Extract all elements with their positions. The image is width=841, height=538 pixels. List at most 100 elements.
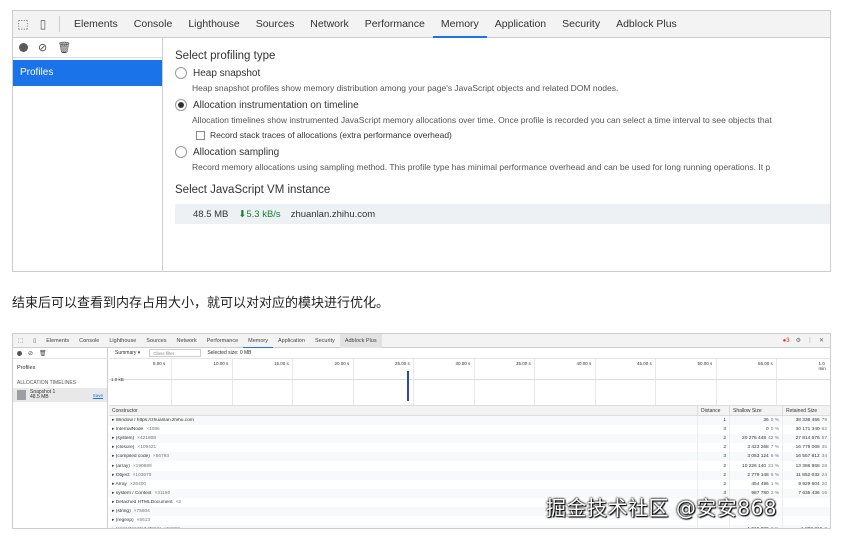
inspect-element-icon[interactable]: ⬚ — [13, 11, 33, 38]
watermark-text: 掘金技术社区 @安安868 — [546, 496, 778, 520]
vm-rate-value: 5.3 kB/s — [246, 208, 281, 220]
view-select[interactable]: Summary ▾ — [112, 350, 143, 356]
clear-icon[interactable]: ⊘ — [38, 41, 47, 54]
more-menu-icon[interactable]: ⋮ — [807, 337, 813, 344]
trash-icon[interactable]: 🗑 — [39, 350, 47, 357]
radio-allocation-timeline[interactable] — [175, 99, 187, 111]
shallow-value: 20 276 448 — [742, 436, 767, 442]
retained-value: 27 814 676 — [795, 436, 820, 442]
vm-instance-row[interactable]: 48.5 MB ⬇5.3 kB/s zhuanlan.zhihu.com — [175, 204, 830, 224]
tab-sources[interactable]: Sources — [141, 334, 171, 348]
timeline-gridline — [534, 359, 535, 405]
tab-application[interactable]: Application — [487, 11, 554, 38]
retained-value: 11 852 032 — [796, 472, 820, 478]
row-retained-size: 9 929 604 20 — [782, 479, 830, 489]
shallow-percent: 7 % — [770, 445, 779, 451]
constructor-name: system / Context — [115, 490, 152, 496]
shallow-percent: 2 % — [771, 527, 779, 528]
shallow-percent: 21 % — [768, 463, 779, 469]
snapshot-item[interactable]: Snapshot 1 48.5 MB Save — [13, 388, 107, 402]
clear-icon[interactable]: ⊘ — [28, 350, 33, 357]
table-row[interactable]: ▸ (system) ×421808 2 20 276 448 42 % 27 814 6… — [109, 434, 830, 444]
error-count-badge[interactable]: ●3 — [783, 338, 790, 344]
stack-traces-checkbox[interactable] — [196, 130, 205, 140]
inspect-element-icon[interactable]: ⬚ — [13, 334, 28, 348]
retained-value: 38 336 456 — [795, 418, 820, 424]
timeline-gridline — [292, 359, 293, 405]
instance-count: ×56793 — [152, 454, 170, 460]
option-heap-snapshot[interactable]: Heap snapshot Heap snapshot profiles sho… — [175, 67, 830, 93]
column-constructor[interactable]: Constructor — [109, 408, 697, 414]
column-shallow-size[interactable]: Shallow Size — [729, 405, 782, 416]
row-shallow-size: 10 226 140 21 % — [729, 461, 782, 471]
trash-icon[interactable]: 🗑 — [57, 41, 71, 54]
retained-percent: 3 — [824, 527, 827, 528]
table-row[interactable]: ▸ (array) ×190889 2 10 226 140 21 % 13 386 86… — [109, 461, 830, 471]
tab-network[interactable]: Network — [171, 334, 201, 348]
row-retained-size: 1 888 3163 — [782, 525, 830, 528]
close-icon[interactable]: ✕ — [819, 337, 824, 344]
tab-network[interactable]: Network — [302, 11, 357, 38]
timeline-gridline — [655, 359, 656, 405]
tab-elements[interactable]: Elements — [66, 11, 126, 38]
timeline-allocation-bar[interactable] — [407, 371, 409, 401]
sidebar-item-profiles[interactable]: Profiles — [13, 359, 107, 374]
record-icon[interactable] — [17, 350, 22, 356]
column-retained-size[interactable]: Retained Size — [782, 405, 830, 416]
save-link[interactable]: Save — [93, 393, 103, 398]
tab-performance[interactable]: Performance — [357, 11, 433, 38]
tab-application[interactable]: Application — [273, 334, 310, 348]
gear-icon[interactable]: ⚙ — [796, 337, 801, 344]
row-retained-size: 30 171 340 62 — [782, 425, 830, 435]
retained-percent: 20 — [821, 481, 827, 487]
row-retained-size: 16 779 068 35 — [782, 443, 830, 453]
device-toolbar-icon[interactable]: ▯ — [28, 334, 41, 348]
profiles-sidebar: ⊘ 🗑 Profiles ALLOCATION TIMELINES Snapsh… — [13, 348, 108, 528]
selected-size: Selected size: 0 MB — [207, 350, 252, 356]
retained-percent: 28 — [821, 463, 827, 469]
tab-sources[interactable]: Sources — [248, 11, 303, 38]
option-description: Record memory allocations using sampling… — [192, 162, 771, 172]
constructor-name: (array) — [115, 463, 130, 469]
table-row[interactable]: ▸ (closure) ×109421 2 3 423 268 7 % 16 779 06… — [109, 443, 830, 453]
timeline-baseline — [109, 379, 830, 380]
timeline-gridline — [594, 359, 596, 405]
section-title-profiling-type: Select profiling type — [175, 50, 276, 62]
tab-memory[interactable]: Memory — [243, 334, 273, 348]
tab-console[interactable]: Console — [126, 11, 181, 38]
timeline-gridline — [231, 359, 233, 405]
instance-count: ×31150 — [154, 490, 171, 496]
tab-lighthouse[interactable]: Lighthouse — [180, 11, 247, 38]
tab-security[interactable]: Security — [310, 334, 340, 348]
option-allocation-timeline[interactable]: Allocation instrumentation on timeline A… — [175, 99, 830, 140]
tab-performance[interactable]: Performance — [202, 334, 244, 348]
option-allocation-sampling[interactable]: Allocation sampling Record memory alloca… — [175, 146, 830, 172]
instance-count: ×59890 — [164, 527, 180, 528]
table-row[interactable]: ▸ Object ×103670 2 2 779 148 6 % 11 852 032 24 — [109, 470, 830, 480]
radio-heap-snapshot[interactable] — [175, 67, 187, 79]
record-icon[interactable] — [19, 43, 28, 52]
constructor-name: Array — [115, 481, 127, 487]
class-filter-input[interactable]: Class filter — [149, 349, 202, 357]
tab-adblock-plus[interactable]: Adblock Plus — [339, 334, 382, 348]
tab-console[interactable]: Console — [74, 334, 104, 348]
tab-adblock-plus[interactable]: Adblock Plus — [608, 11, 685, 38]
tab-elements[interactable]: Elements — [41, 334, 74, 348]
shallow-percent: 0 % — [770, 427, 779, 433]
allocation-timeline[interactable]: 1.0 kB 5.00 s 10.00 s 15.00 s 20.00 s 25.00 … — [109, 359, 830, 406]
tab-memory[interactable]: Memory — [432, 11, 487, 38]
table-row[interactable]: ▸ Array ×26400 2 454 496 1 % 9 929 604 20 — [109, 479, 830, 489]
retained-value: 30 171 340 — [795, 427, 820, 433]
tab-lighthouse[interactable]: Lighthouse — [104, 334, 141, 348]
sidebar-item-profiles[interactable]: Profiles — [13, 60, 162, 86]
table-row[interactable]: ▸ Window / https://zhuanlan.zhihu.com 1 36… — [109, 416, 830, 426]
timeline-tick-label: 45.00 s — [637, 361, 652, 366]
table-row[interactable]: ▸ (concatenated string)×59890 1 019 8002 … — [109, 525, 830, 528]
table-row[interactable]: ▸ InternalNode ×1086 3 0 0 % 30 171 340 62 — [109, 425, 830, 435]
radio-allocation-sampling[interactable] — [175, 146, 187, 158]
device-toolbar-icon[interactable]: ▯ — [33, 11, 53, 38]
constructor-name: (string) — [115, 508, 131, 514]
column-distance[interactable]: Distance — [697, 405, 729, 416]
tab-security[interactable]: Security — [554, 11, 608, 38]
table-row[interactable]: ▸ (compiled code) ×56793 3 3 053 124 6 % 16 5… — [109, 452, 830, 462]
